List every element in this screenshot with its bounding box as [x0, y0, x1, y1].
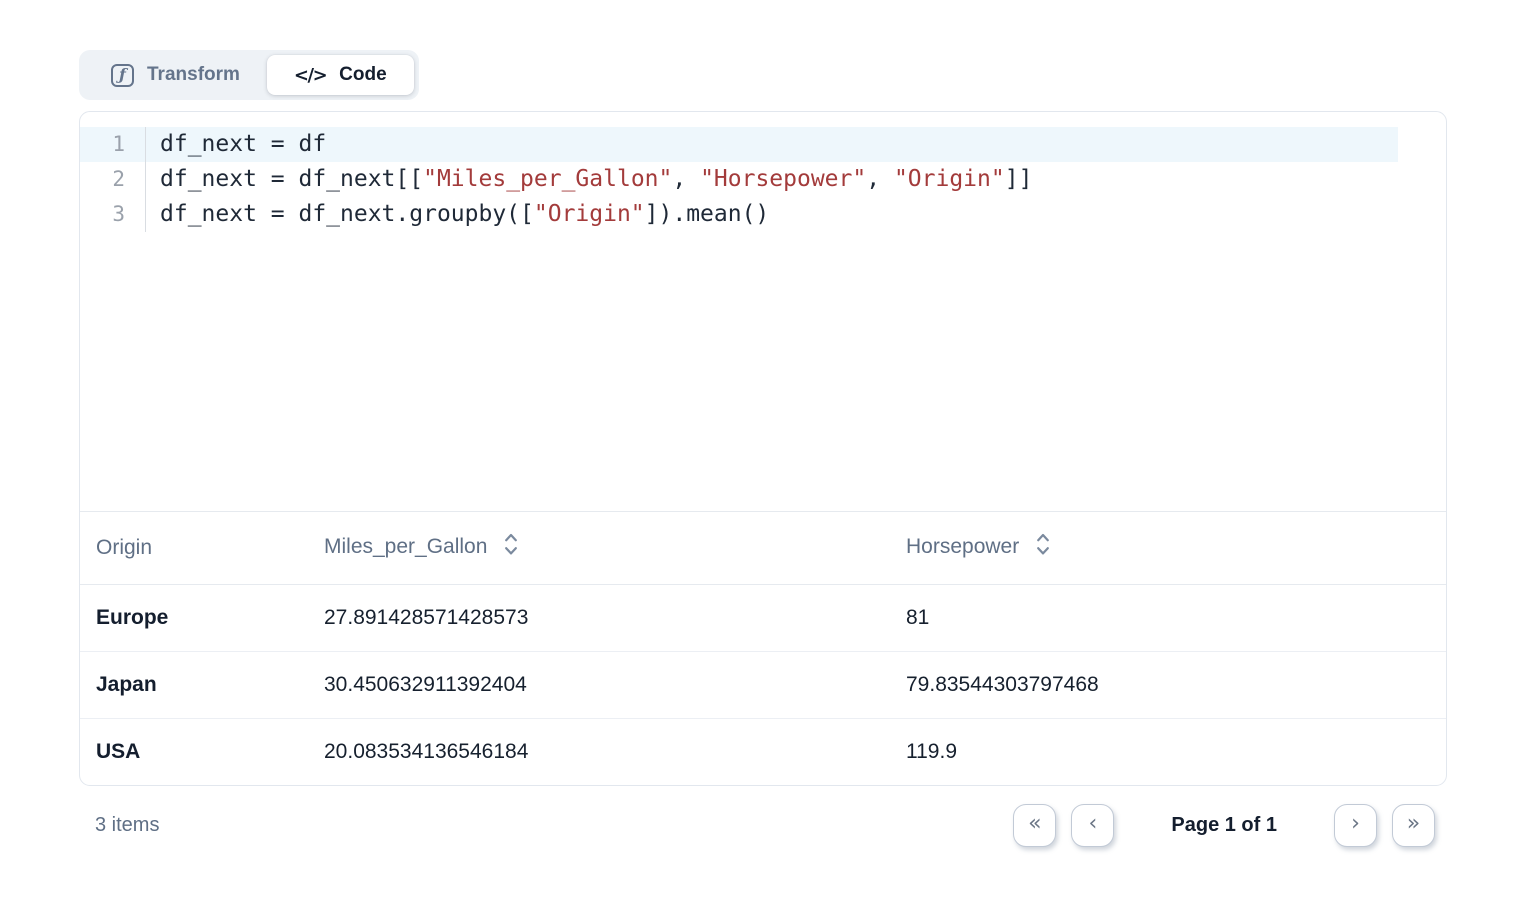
column-header-horsepower: Horsepower [890, 512, 1446, 584]
result-table: Origin Miles_per_Gallon Horsepower Europ… [80, 512, 1446, 785]
tab-code-label: Code [339, 64, 387, 86]
column-header-miles-per-gallon: Miles_per_Gallon [308, 512, 890, 584]
tab-code[interactable]: </> Code [267, 55, 414, 95]
line-number: 3 [80, 197, 146, 232]
first-page-button[interactable]: « [1013, 804, 1056, 847]
items-count: 3 items [95, 814, 159, 837]
view-toggle: ƒ Transform </> Code [79, 50, 419, 100]
code-line[interactable]: 3df_next = df_next.groupby(["Origin"]).m… [80, 197, 1398, 232]
table-row: Japan30.45063291139240479.83544303797468 [80, 651, 1446, 718]
table-cell: USA [80, 718, 308, 785]
table-cell: 27.891428571428573 [308, 584, 890, 651]
tab-transform[interactable]: ƒ Transform [84, 55, 267, 95]
code-text: df_next = df_next[["Miles_per_Gallon", "… [146, 162, 1032, 197]
code-editor-lines: 1df_next = df2df_next = df_next[["Miles_… [80, 127, 1446, 232]
function-icon: ƒ [111, 64, 134, 87]
last-page-button[interactable]: » [1392, 804, 1435, 847]
code-line[interactable]: 1df_next = df [80, 127, 1398, 162]
code-icon: </> [294, 65, 326, 86]
previous-page-button[interactable]: ‹ [1071, 804, 1114, 847]
page-indicator: Page 1 of 1 [1171, 814, 1277, 837]
pagination: « ‹ Page 1 of 1 › » [1013, 804, 1435, 847]
table-cell: 20.083534136546184 [308, 718, 890, 785]
table-cell: Europe [80, 584, 308, 651]
sort-icon[interactable] [503, 540, 519, 563]
code-line[interactable]: 2df_next = df_next[["Miles_per_Gallon", … [80, 162, 1398, 197]
tab-transform-label: Transform [147, 64, 240, 86]
line-number: 1 [80, 127, 146, 162]
editor-table-panel: 1df_next = df2df_next = df_next[["Miles_… [79, 111, 1447, 786]
table-cell: 30.450632911392404 [308, 651, 890, 718]
table-body: Europe27.89142857142857381Japan30.450632… [80, 584, 1446, 785]
table-footer: 3 items « ‹ Page 1 of 1 › » [79, 789, 1447, 862]
table-cell: Japan [80, 651, 308, 718]
code-text: df_next = df [146, 127, 326, 162]
table-row: Europe27.89142857142857381 [80, 584, 1446, 651]
code-text: df_next = df_next.groupby(["Origin"]).me… [146, 197, 769, 232]
table-row: USA20.083534136546184119.9 [80, 718, 1446, 785]
table-cell: 81 [890, 584, 1446, 651]
table-cell: 119.9 [890, 718, 1446, 785]
next-page-button[interactable]: › [1334, 804, 1377, 847]
table-header-row: Origin Miles_per_Gallon Horsepower [80, 512, 1446, 584]
code-editor[interactable]: 1df_next = df2df_next = df_next[["Miles_… [80, 112, 1446, 512]
sort-icon[interactable] [1035, 540, 1051, 563]
table-cell: 79.83544303797468 [890, 651, 1446, 718]
line-number: 2 [80, 162, 146, 197]
column-header-origin: Origin [80, 512, 308, 584]
